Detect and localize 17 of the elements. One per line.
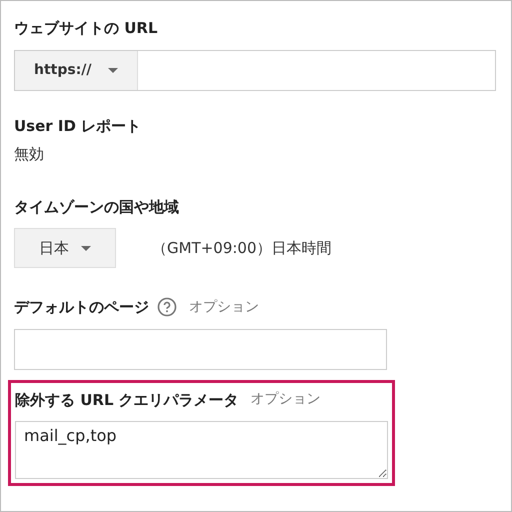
field-value: 無効 <box>14 144 45 165</box>
field-label: User ID レポート <box>14 116 142 136</box>
text-area[interactable]: mail_cp,top <box>15 421 388 479</box>
caret-icon <box>81 246 91 250</box>
url-field[interactable]: https:// <box>14 50 496 90</box>
caret-icon <box>108 68 118 72</box>
field-label: デフォルトのページ <box>14 297 149 318</box>
protocol-dropdown[interactable]: https:// <box>15 50 138 90</box>
optional-label: オプション <box>189 298 259 317</box>
input-field[interactable] <box>14 328 387 370</box>
help-icon[interactable] <box>157 297 177 318</box>
field-label: 除外する URL クエリパラメータ <box>15 390 239 410</box>
timezone-text: （GMT+09:00）日本時間 <box>152 238 332 259</box>
optional-label: オプション <box>250 390 321 410</box>
field-label: ウェブサイトの URL <box>14 18 158 39</box>
country-dropdown[interactable]: 日本 <box>14 228 116 268</box>
field-label: タイムゾーンの国や地域 <box>14 196 179 218</box>
